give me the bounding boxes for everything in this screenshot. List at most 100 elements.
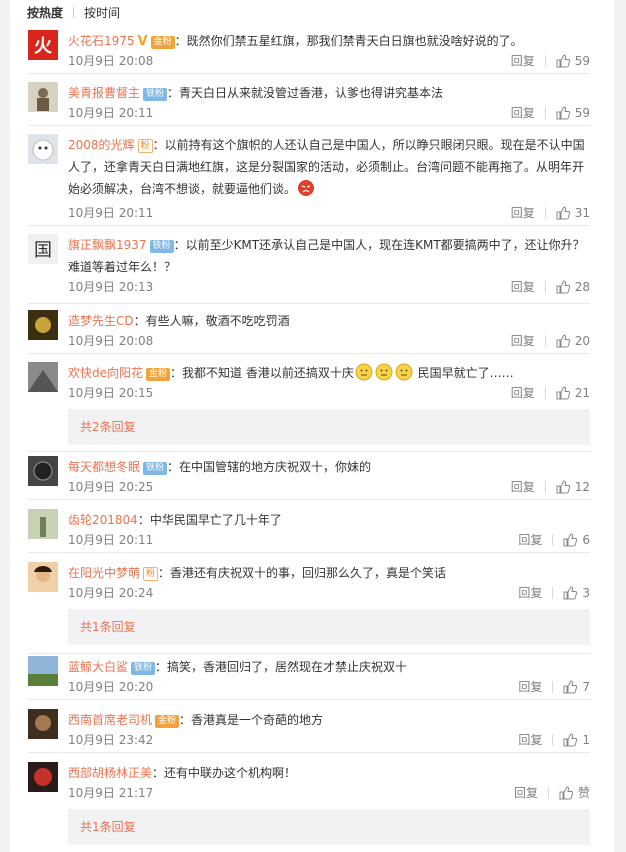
comment-item: 在阳光中梦萌粉：香港还有庆祝双十的事，回归那么久了，真是个笑话 10月9日 20… bbox=[28, 562, 590, 654]
username-link[interactable]: 火花石1975 bbox=[68, 34, 135, 48]
thumbs-up-icon[interactable] bbox=[563, 532, 578, 547]
reply-button[interactable]: 回复 bbox=[511, 104, 535, 121]
avatar[interactable] bbox=[28, 456, 58, 486]
avatar[interactable]: 火 bbox=[28, 30, 58, 60]
thumbs-up-icon[interactable] bbox=[556, 205, 570, 220]
thumbs-up-icon[interactable] bbox=[556, 479, 570, 494]
avatar[interactable] bbox=[28, 362, 58, 392]
username-link[interactable]: 齿轮201804 bbox=[68, 513, 138, 527]
view-replies-link[interactable]: 共1条回复 bbox=[68, 809, 590, 845]
action-divider bbox=[544, 106, 546, 119]
avatar[interactable] bbox=[28, 310, 58, 340]
thumbs-up-icon[interactable] bbox=[559, 785, 573, 800]
action-divider bbox=[544, 280, 546, 293]
fan-badge[interactable]: 金粉 bbox=[150, 36, 175, 49]
comment-body: ：在中国管辖的地方庆祝双十，你妹的 bbox=[167, 460, 372, 474]
reply-button[interactable]: 回复 bbox=[511, 204, 535, 221]
timestamp: 10月9日 21:17 bbox=[68, 786, 154, 800]
thumbs-up-icon[interactable] bbox=[556, 279, 570, 294]
timestamp: 10月9日 23:42 bbox=[68, 733, 154, 747]
username-link[interactable]: 在阳光中梦萌 bbox=[68, 566, 140, 580]
svg-text:国: 国 bbox=[34, 240, 52, 261]
avatar[interactable] bbox=[28, 709, 58, 739]
avatar[interactable] bbox=[28, 509, 58, 539]
view-replies-link[interactable]: 共1条回复 bbox=[68, 609, 590, 645]
fan-badge-icon: 粉 bbox=[137, 139, 153, 153]
action-divider bbox=[544, 206, 546, 219]
like-count: 28 bbox=[574, 279, 590, 294]
reply-button[interactable]: 回复 bbox=[511, 278, 535, 295]
comment-body: 民国早就亡了…… bbox=[413, 366, 514, 380]
reply-button[interactable]: 回复 bbox=[518, 584, 542, 601]
action-divider bbox=[552, 533, 554, 546]
username-link[interactable]: 西南首席老司机 bbox=[68, 713, 152, 727]
timestamp: 10月9日 20:24 bbox=[68, 586, 154, 600]
reply-button[interactable]: 回复 bbox=[514, 784, 538, 801]
reply-button[interactable]: 回复 bbox=[511, 384, 535, 401]
action-divider bbox=[544, 386, 546, 399]
avatar[interactable] bbox=[28, 134, 58, 164]
timestamp: 10月9日 20:11 bbox=[68, 533, 154, 547]
fan-badge[interactable]: 铁粉 bbox=[149, 240, 174, 253]
reply-button[interactable]: 回复 bbox=[511, 478, 535, 495]
thumbs-up-icon[interactable] bbox=[563, 585, 578, 600]
timestamp: 10月9日 20:11 bbox=[68, 106, 154, 120]
thumbs-up-icon[interactable] bbox=[556, 53, 570, 68]
avatar[interactable] bbox=[28, 762, 58, 792]
thumbs-up-icon[interactable] bbox=[563, 679, 578, 694]
comment-actions: 回复 1 bbox=[518, 731, 590, 748]
thumbs-up-icon[interactable] bbox=[556, 385, 570, 400]
username-link[interactable]: 美青报曹督主 bbox=[68, 86, 140, 100]
username-link[interactable]: 欢快de向阳花 bbox=[68, 366, 143, 380]
comment-item: 蓝鲸大白鲨 铁粉 ：搞笑，香港回归了，居然现在才禁止庆祝双十 10月9日 20:20… bbox=[28, 656, 590, 700]
divider bbox=[28, 73, 590, 74]
comment-item: 国 旗正飘飘1937 铁粉 ：以前至少KMT还承认自己是中国人，现在连KMT都要搞两… bbox=[28, 234, 590, 304]
username-link[interactable]: 每天都想冬眠 bbox=[68, 460, 140, 474]
comment-actions: 回复 21 bbox=[511, 384, 590, 401]
thumbs-up-icon[interactable] bbox=[556, 333, 570, 348]
divider bbox=[28, 125, 590, 126]
reply-button[interactable]: 回复 bbox=[511, 52, 535, 69]
timestamp: 10月9日 20:11 bbox=[68, 206, 154, 220]
divider bbox=[28, 451, 590, 452]
thumbs-up-icon[interactable] bbox=[563, 732, 578, 747]
view-replies-link[interactable]: 共2条回复 bbox=[68, 409, 590, 445]
emoji-face-icon bbox=[355, 363, 373, 381]
comment-text: 欢快de向阳花 金粉 ：我都不知道 香港以前还搞双十庆 民国早就亡了…… bbox=[68, 362, 590, 384]
comment-text: 2008的光辉粉：以前持有这个旗帜的人还认自己是中国人，所以睁只眼闭只眼。现在是… bbox=[68, 134, 590, 200]
emoji-face-icon bbox=[395, 363, 413, 381]
sort-by-hot[interactable]: 按热度 bbox=[27, 4, 63, 21]
username-link[interactable]: 蓝鲸大白鲨 bbox=[68, 660, 128, 674]
divider bbox=[28, 653, 590, 654]
sort-by-time[interactable]: 按时间 bbox=[84, 4, 120, 21]
like-count: 6 bbox=[582, 532, 590, 547]
action-divider bbox=[552, 680, 554, 693]
avatar[interactable] bbox=[28, 656, 58, 686]
reply-button[interactable]: 回复 bbox=[518, 731, 542, 748]
reply-button[interactable]: 回复 bbox=[518, 531, 542, 548]
comment-item: 西南首席老司机 金粉 ：香港真是一个奇葩的地方 10月9日 23:42 回复 1 bbox=[28, 709, 590, 753]
timestamp: 10月9日 20:13 bbox=[68, 280, 154, 294]
comment-item: 齿轮201804：中华民国早亡了几十年了 10月9日 20:11 回复 6 bbox=[28, 509, 590, 553]
username-link[interactable]: 2008的光辉 bbox=[68, 138, 135, 152]
avatar[interactable] bbox=[28, 562, 58, 592]
fan-badge[interactable]: 铁粉 bbox=[143, 462, 168, 475]
reply-button[interactable]: 回复 bbox=[511, 332, 535, 349]
comment-actions: 回复 59 bbox=[511, 52, 590, 69]
avatar[interactable] bbox=[28, 82, 58, 112]
reply-button[interactable]: 回复 bbox=[518, 678, 542, 695]
fan-badge[interactable]: 铁粉 bbox=[143, 88, 168, 101]
comment-body: ：以前至少KMT还承认自己是中国人，现在连KMT都要搞两中了，还让你升？ bbox=[173, 238, 585, 252]
thumbs-up-icon[interactable] bbox=[556, 105, 570, 120]
fan-badge[interactable]: 铁粉 bbox=[131, 662, 156, 675]
username-link[interactable]: 旗正飘飘1937 bbox=[68, 238, 147, 252]
like-count: 20 bbox=[574, 333, 590, 348]
comment-actions: 回复 59 bbox=[511, 104, 590, 121]
username-link[interactable]: 造梦先生CD bbox=[68, 314, 134, 328]
username-link[interactable]: 西部胡杨林正美 bbox=[68, 766, 152, 780]
divider bbox=[28, 499, 590, 500]
comment-body: ：香港还有庆祝双十的事，回归那么久了，真是个笑话 bbox=[158, 566, 447, 580]
avatar[interactable]: 国 bbox=[28, 234, 58, 264]
fan-badge[interactable]: 金粉 bbox=[155, 715, 180, 728]
fan-badge[interactable]: 金粉 bbox=[146, 368, 171, 381]
